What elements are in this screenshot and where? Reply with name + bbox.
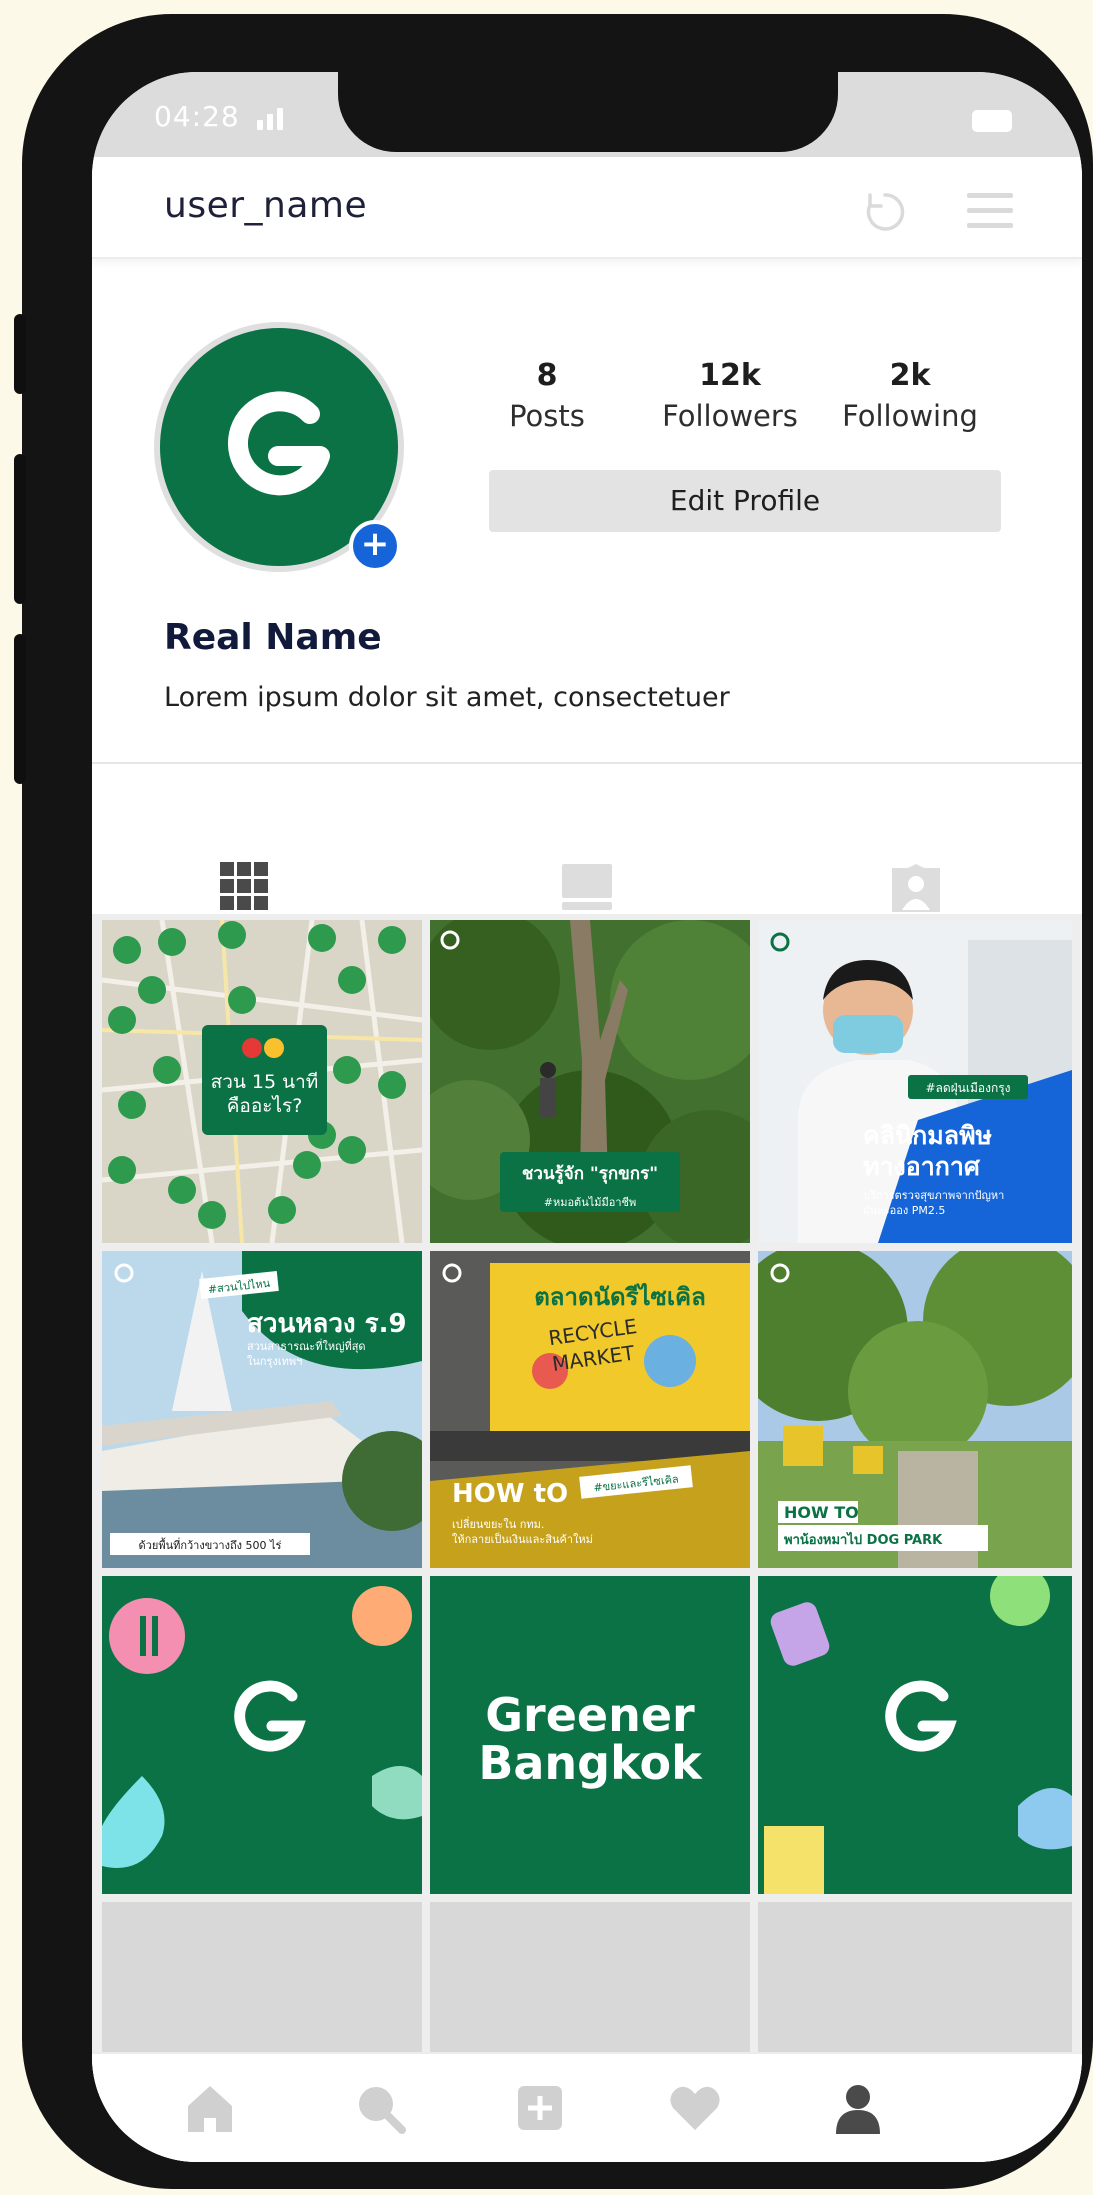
- post-tile[interactable]: G: [102, 1576, 422, 1894]
- mute-switch: [14, 314, 26, 394]
- post-tag: #ลดฝุ่นเมืองกรุง: [925, 1081, 1011, 1095]
- heart-icon[interactable]: [667, 2080, 723, 2136]
- notch: [338, 72, 838, 152]
- battery-icon: [972, 110, 1012, 132]
- username: user_name: [164, 185, 368, 226]
- post-tile[interactable]: G: [758, 1576, 1072, 1894]
- post-tile[interactable]: Greener Bangkok: [430, 1576, 750, 1894]
- screen: 04:28 user_name + 8 Posts 12k Followers …: [92, 72, 1082, 2162]
- post-subtitle: เปลี่ยนขยะใน กทม.: [452, 1518, 545, 1531]
- profile-header: user_name: [92, 157, 1082, 259]
- search-icon[interactable]: [352, 2080, 408, 2136]
- post-subtitle: สวนสาธารณะที่ใหญ่ที่สุด: [247, 1340, 366, 1353]
- stat-followers[interactable]: 12k Followers: [645, 358, 815, 433]
- status-bar: 04:28: [92, 72, 1082, 157]
- edit-profile-button[interactable]: Edit Profile: [489, 470, 1001, 532]
- stat-following[interactable]: 2k Following: [825, 358, 995, 433]
- post-caption: #หมอต้นไม้มีอาชีพ: [543, 1196, 637, 1209]
- stat-value: 8: [536, 358, 558, 393]
- bottom-nav: [92, 2052, 1082, 2162]
- phone-frame: 04:28 user_name + 8 Posts 12k Followers …: [14, 14, 1093, 2189]
- profile-tabs: [92, 764, 1082, 914]
- brand-name: Greener: [485, 1688, 695, 1742]
- post-tile[interactable]: #สวนไปไหน สวนหลวง ร.9 สวนสาธารณะที่ใหญ่ท…: [102, 1251, 422, 1568]
- volume-up-button: [14, 454, 26, 604]
- post-tile[interactable]: HOW TO พาน้องหมาไป DOG PARK: [758, 1251, 1072, 1568]
- real-name: Real Name: [164, 617, 382, 658]
- post-subtitle: บริการตรวจสุขภาพจากปัญหา: [863, 1189, 1005, 1202]
- post-graphic: [764, 1576, 1072, 1894]
- post-caption: คืออะไร?: [226, 1095, 303, 1117]
- post-photo: [102, 1251, 422, 1568]
- brand-name: Bangkok: [478, 1736, 702, 1790]
- volume-down-button: [14, 634, 26, 784]
- stat-label: Followers: [662, 399, 798, 433]
- profile-icon[interactable]: [830, 2080, 886, 2136]
- tagged-icon[interactable]: [892, 864, 940, 912]
- post-title: HOW TO: [784, 1503, 859, 1522]
- post-banner: ตลาดนัดรีไซเคิล: [534, 1283, 706, 1311]
- post-caption: สวน 15 นาที: [210, 1071, 319, 1093]
- add-story-button[interactable]: +: [349, 520, 401, 572]
- signal-icon: [257, 108, 297, 130]
- refresh-icon[interactable]: [862, 189, 908, 235]
- post-tile[interactable]: ชวนรู้จัก "รุกขกร" #หมอต้นไม้มีอาชีพ: [430, 920, 750, 1243]
- post-tile[interactable]: #ลดฝุ่นเมืองกรุง คลินิกมลพิษ ทางอากาศ บร…: [758, 920, 1072, 1243]
- post-caption: ด้วยพื้นที่กว้างขวางถึง 500 ไร่: [138, 1539, 282, 1552]
- post-tile[interactable]: ตลาดนัดรีไซเคิล RECYCLE MARKET #ขยะและรี…: [430, 1251, 750, 1568]
- post-subtitle: ในกรุงเทพฯ: [247, 1355, 303, 1368]
- bio: Lorem ipsum dolor sit amet, consectetuer: [164, 682, 730, 713]
- post-caption: ชวนรู้จัก "รุกขกร": [521, 1164, 659, 1184]
- post-title: พาน้องหมาไป DOG PARK: [784, 1533, 943, 1548]
- stat-posts[interactable]: 8 Posts: [462, 358, 632, 433]
- stat-label: Following: [842, 399, 978, 433]
- post-subtitle: ฝุ่นละออง PM2.5: [863, 1204, 946, 1217]
- home-icon[interactable]: [182, 2080, 238, 2136]
- stat-value: 12k: [699, 358, 761, 393]
- post-grid: สวน 15 นาที คืออะไร? ชวนรู้จัก "รุกขกร": [92, 914, 1082, 2162]
- post-title: คลินิกมลพิษ: [863, 1121, 993, 1150]
- post-title: HOW tO: [452, 1479, 569, 1509]
- stat-value: 2k: [889, 358, 931, 393]
- status-time: 04:28: [154, 100, 240, 133]
- stat-label: Posts: [509, 399, 585, 433]
- video-icon[interactable]: [562, 864, 612, 910]
- post-tile[interactable]: สวน 15 นาที คืออะไร?: [102, 920, 422, 1243]
- post-title: ทางอากาศ: [863, 1152, 980, 1181]
- add-post-icon[interactable]: [512, 2080, 568, 2136]
- post-subtitle: ให้กลายเป็นเงินและสินค้าใหม่: [452, 1533, 593, 1546]
- post-graphic: [102, 1586, 422, 1868]
- grid-icon[interactable]: [220, 862, 268, 910]
- post-title: สวนหลวง ร.9: [247, 1309, 407, 1339]
- menu-icon[interactable]: [967, 191, 1013, 231]
